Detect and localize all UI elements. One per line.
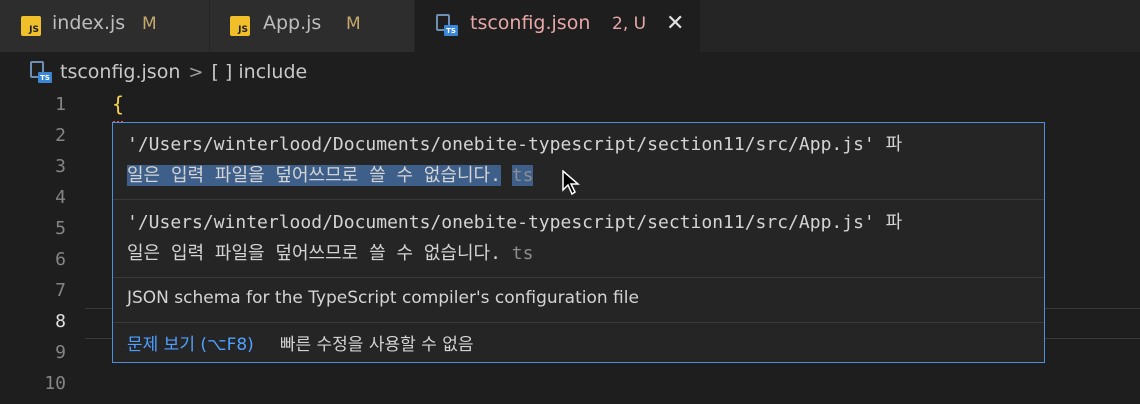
modified-badge: M — [142, 14, 157, 34]
problem-message[interactable]: '/Users/winterlood/Documents/onebite-typ… — [127, 207, 1027, 269]
hover-status-bar: 문제 보기 (⌥F8) 빠른 수정을 사용할 수 없음 — [113, 323, 1044, 362]
close-icon[interactable]: ✕ — [666, 13, 684, 35]
line-number: 9 — [55, 342, 66, 363]
ts-file-icon: TS — [30, 61, 52, 83]
schema-description: JSON schema for the TypeScript compiler'… — [127, 288, 639, 308]
breadcrumb-file[interactable]: tsconfig.json — [60, 61, 180, 83]
tab-label: App.js — [263, 12, 322, 34]
problem-text-line-selected: 일은 입력 파일을 덮어쓰므로 쓸 수 없습니다. — [127, 165, 501, 186]
problem-source: ts — [511, 165, 534, 186]
modified-badge: M — [346, 14, 361, 34]
js-file-icon: JS — [21, 16, 41, 36]
tab-tsconfig-json[interactable]: TS tsconfig.json 2, U ✕ — [415, 0, 700, 52]
no-quick-fix-text: 빠른 수정을 사용할 수 없음 — [279, 335, 474, 355]
chevron-right-icon: > — [188, 61, 204, 83]
code-open-brace[interactable]: { — [112, 92, 124, 116]
js-file-icon: JS — [230, 16, 250, 36]
ts-file-icon: TS — [436, 14, 458, 36]
hover-widget: '/Users/winterlood/Documents/onebite-typ… — [112, 122, 1045, 363]
line-number: 2 — [55, 125, 66, 146]
breadcrumb-symbol[interactable]: [ ] include — [211, 61, 307, 83]
mouse-pointer-icon — [562, 170, 580, 196]
line-number: 4 — [55, 187, 66, 208]
breadcrumb: TS tsconfig.json > [ ] include — [30, 58, 307, 86]
line-number: 3 — [55, 156, 66, 177]
line-number: 10 — [44, 373, 66, 394]
current-line-number: 8 — [55, 311, 66, 332]
line-number: 5 — [55, 218, 66, 239]
line-number: 7 — [55, 280, 66, 301]
problem-text-line: '/Users/winterlood/Documents/onebite-typ… — [127, 212, 903, 233]
view-problem-link[interactable]: 문제 보기 (⌥F8) — [127, 330, 254, 355]
tab-app-js[interactable]: JS App.js M — [210, 0, 415, 52]
tab-index-js[interactable]: JS index.js M — [0, 0, 210, 52]
divider — [113, 199, 1044, 200]
divider — [113, 277, 1044, 278]
line-number: 1 — [55, 94, 66, 115]
tab-bar: JS index.js M JS App.js M TS tsconfig.js… — [0, 0, 1140, 52]
tab-label: index.js — [52, 12, 126, 34]
problem-text-line: '/Users/winterlood/Documents/onebite-typ… — [127, 134, 903, 155]
problem-source: ts — [511, 243, 534, 264]
line-number: 6 — [55, 249, 66, 270]
tab-label: tsconfig.json — [470, 12, 591, 34]
problem-count-badge: 2, U — [612, 14, 647, 34]
problem-text-line: 일은 입력 파일을 덮어쓰므로 쓸 수 없습니다. — [127, 243, 501, 264]
